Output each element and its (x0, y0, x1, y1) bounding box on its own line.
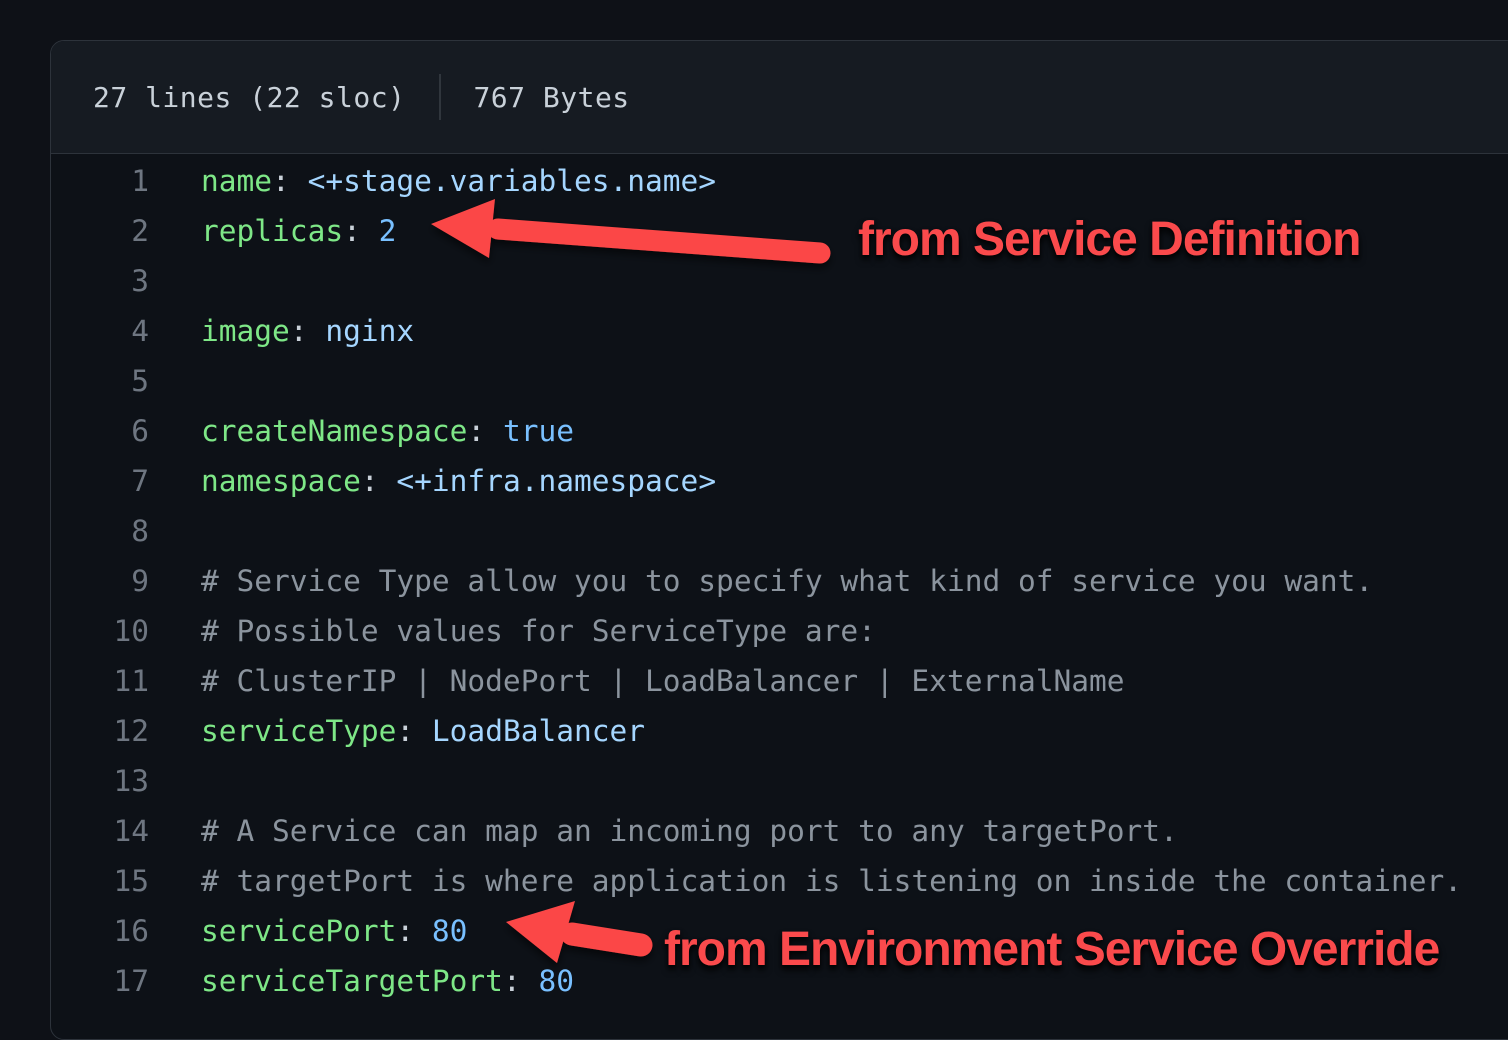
code-text: image: nginx (149, 306, 414, 356)
token-punct: : (467, 414, 503, 448)
header-divider (439, 74, 441, 120)
line-number[interactable]: 4 (51, 306, 149, 356)
code-text (149, 356, 219, 406)
code-text: replicas: 2 (149, 206, 396, 256)
line-number[interactable]: 16 (51, 906, 149, 956)
line-number[interactable]: 17 (51, 956, 149, 1006)
line-number[interactable]: 1 (51, 156, 149, 206)
token-key: serviceType (201, 714, 396, 748)
token-punct: : (503, 964, 539, 998)
token-key: replicas (201, 214, 343, 248)
line-number[interactable]: 5 (51, 356, 149, 406)
code-text: # A Service can map an incoming port to … (149, 806, 1178, 856)
line-number[interactable]: 10 (51, 606, 149, 656)
token-str: LoadBalancer (432, 714, 645, 748)
code-line: 1name: <+stage.variables.name> (51, 156, 1508, 206)
code-text: # Service Type allow you to specify what… (149, 556, 1373, 606)
code-text: servicePort: 80 (149, 906, 467, 956)
code-text (149, 256, 219, 306)
token-comment: # targetPort is where application is lis… (201, 864, 1462, 898)
code-text: name: <+stage.variables.name> (149, 156, 716, 206)
token-num: 80 (432, 914, 468, 948)
token-punct: : (343, 214, 379, 248)
code-text: # ClusterIP | NodePort | LoadBalancer | … (149, 656, 1125, 706)
code-text: createNamespace: true (149, 406, 574, 456)
token-punct: : (396, 714, 432, 748)
token-key: servicePort (201, 914, 396, 948)
line-number[interactable]: 11 (51, 656, 149, 706)
token-key: image (201, 314, 290, 348)
token-comment: # ClusterIP | NodePort | LoadBalancer | … (201, 664, 1125, 698)
token-punct: : (272, 164, 308, 198)
annotation-environment-override: from Environment Service Override (664, 922, 1439, 977)
token-punct: : (396, 914, 432, 948)
token-key: createNamespace (201, 414, 467, 448)
line-number[interactable]: 2 (51, 206, 149, 256)
token-comment: # Service Type allow you to specify what… (201, 564, 1373, 598)
file-lines-info: 27 lines (22 sloc) (93, 81, 405, 114)
line-number[interactable]: 13 (51, 756, 149, 806)
code-area: 1name: <+stage.variables.name>2replicas:… (51, 154, 1508, 1006)
line-number[interactable]: 12 (51, 706, 149, 756)
token-comment: # A Service can map an incoming port to … (201, 814, 1178, 848)
line-number[interactable]: 9 (51, 556, 149, 606)
code-text: namespace: <+infra.namespace> (149, 456, 716, 506)
code-text: # targetPort is where application is lis… (149, 856, 1462, 906)
code-line: 7namespace: <+infra.namespace> (51, 456, 1508, 506)
code-line: 5 (51, 356, 1508, 406)
code-line: 11 # ClusterIP | NodePort | LoadBalancer … (51, 656, 1508, 706)
file-size-info: 767 Bytes (473, 81, 629, 114)
code-line: 10 # Possible values for ServiceType are: (51, 606, 1508, 656)
code-line: 12serviceType: LoadBalancer (51, 706, 1508, 756)
token-key: namespace (201, 464, 361, 498)
token-num: 80 (538, 964, 574, 998)
code-line: 6createNamespace: true (51, 406, 1508, 456)
line-number[interactable]: 8 (51, 506, 149, 556)
token-punct: : (290, 314, 326, 348)
line-number[interactable]: 14 (51, 806, 149, 856)
code-line: 4image: nginx (51, 306, 1508, 356)
code-line: 9 # Service Type allow you to specify wha… (51, 556, 1508, 606)
code-line: 14 # A Service can map an incoming port t… (51, 806, 1508, 856)
code-line: 8 (51, 506, 1508, 556)
code-line: 13 (51, 756, 1508, 806)
file-header-bar: 27 lines (22 sloc) 767 Bytes (51, 41, 1508, 154)
code-text (149, 506, 219, 556)
line-number[interactable]: 7 (51, 456, 149, 506)
code-text (149, 756, 219, 806)
code-text: serviceType: LoadBalancer (149, 706, 645, 756)
file-viewer-box: 27 lines (22 sloc) 767 Bytes 1name: <+st… (50, 40, 1508, 1040)
code-text: serviceTargetPort: 80 (149, 956, 574, 1006)
code-text: # Possible values for ServiceType are: (149, 606, 876, 656)
token-comment: # Possible values for ServiceType are: (201, 614, 876, 648)
token-num: 2 (379, 214, 397, 248)
token-key: name (201, 164, 272, 198)
token-num: true (503, 414, 574, 448)
token-punct: : (361, 464, 397, 498)
line-number[interactable]: 15 (51, 856, 149, 906)
token-key: serviceTargetPort (201, 964, 503, 998)
token-str: <+infra.namespace> (396, 464, 716, 498)
line-number[interactable]: 6 (51, 406, 149, 456)
annotation-service-definition: from Service Definition (858, 212, 1360, 267)
token-str: <+stage.variables.name> (308, 164, 717, 198)
code-line: 15 # targetPort is where application is l… (51, 856, 1508, 906)
token-str: nginx (325, 314, 414, 348)
line-number[interactable]: 3 (51, 256, 149, 306)
